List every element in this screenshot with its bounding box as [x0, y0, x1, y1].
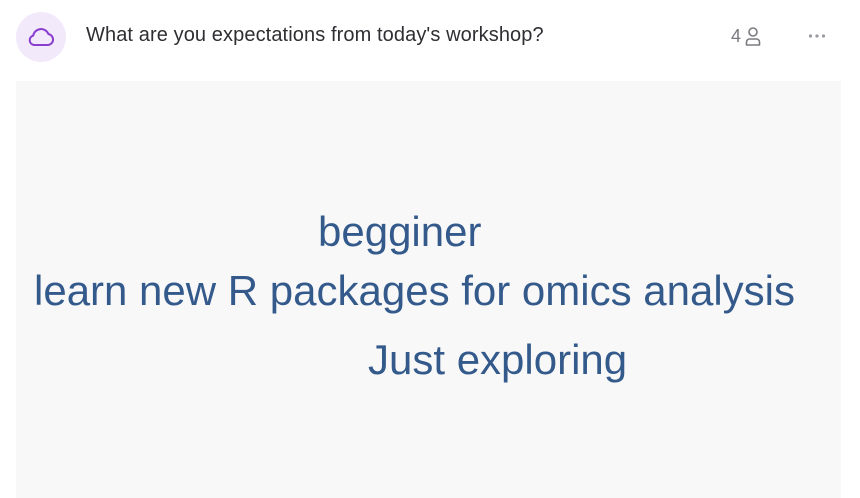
word-cloud-word: begginer — [318, 208, 482, 255]
poll-slide: What are you expectations from today's w… — [0, 0, 860, 498]
person-icon — [745, 27, 761, 46]
participant-count: 4 — [731, 24, 761, 48]
more-horizontal-icon — [808, 34, 826, 38]
question-type-badge — [16, 12, 66, 62]
cloud-icon — [28, 28, 55, 46]
word-cloud-word: learn new R packages for omics analysis — [34, 267, 796, 314]
word-cloud-word: Just exploring — [368, 336, 628, 383]
word-cloud: begginer learn new R packages for omics … — [16, 81, 841, 498]
more-options-button[interactable] — [804, 24, 830, 48]
question-title: What are you expectations from today's w… — [86, 24, 544, 46]
participant-count-value: 4 — [731, 25, 742, 46]
question-header: What are you expectations from today's w… — [0, 0, 860, 80]
